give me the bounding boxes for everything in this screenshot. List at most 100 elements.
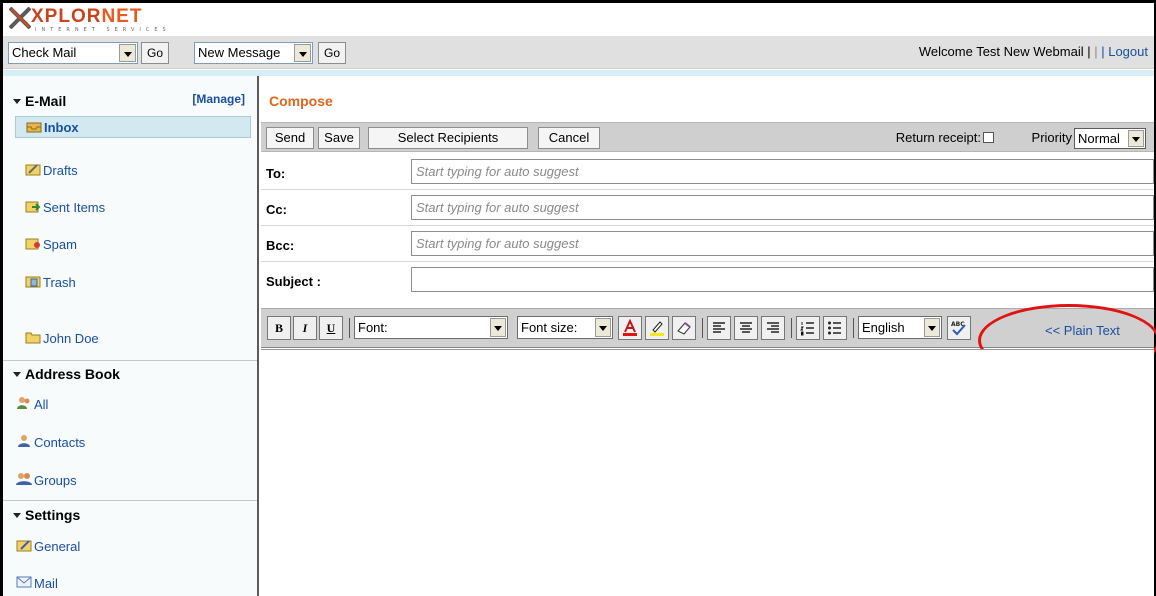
bcc-row: Bcc: Start typing for auto suggest bbox=[261, 226, 1154, 262]
go-button-check-mail[interactable]: Go bbox=[141, 42, 169, 64]
return-receipt-label: Return receipt: bbox=[895, 130, 981, 145]
chevron-down-icon bbox=[1128, 130, 1144, 147]
select-recipients-button[interactable]: Select Recipients bbox=[368, 127, 528, 149]
welcome-area: Welcome Test New Webmail | | | Logout bbox=[919, 44, 1148, 59]
folder-icon bbox=[25, 332, 41, 344]
cc-input[interactable]: Start typing for auto suggest bbox=[411, 195, 1154, 220]
sidebar-item-label: General bbox=[34, 539, 81, 554]
contact-icon bbox=[18, 435, 30, 447]
font-select[interactable]: Font: bbox=[354, 316, 508, 339]
save-button[interactable]: Save bbox=[318, 127, 360, 149]
return-receipt-checkbox[interactable] bbox=[983, 132, 994, 143]
align-center-icon bbox=[740, 322, 752, 333]
sent-icon bbox=[25, 201, 41, 213]
trash-icon bbox=[25, 276, 41, 288]
compose-toolbar: Send Save Select Recipients Cancel Retur… bbox=[261, 122, 1154, 152]
email-section-title: E-Mail bbox=[25, 93, 67, 109]
chevron-down-icon bbox=[13, 372, 21, 377]
subject-input[interactable] bbox=[411, 267, 1154, 292]
sidebar-item-label: Mail bbox=[34, 576, 58, 591]
align-left-icon bbox=[713, 322, 725, 333]
sidebar-item-inbox[interactable]: Inbox bbox=[15, 116, 251, 138]
italic-button[interactable]: I bbox=[293, 316, 317, 340]
bcc-label: Bcc: bbox=[266, 238, 295, 253]
settings-section-header[interactable]: Settings bbox=[3, 502, 257, 528]
send-button[interactable]: Send bbox=[266, 127, 314, 149]
logo-text-net: NET bbox=[101, 6, 143, 27]
xplornet-logo[interactable]: XPLORNET INTERNET SERVICES bbox=[9, 6, 199, 35]
numbered-list-button[interactable] bbox=[796, 316, 820, 340]
priority-label: Priority bbox=[1031, 130, 1072, 145]
priority-select[interactable]: Normal bbox=[1074, 128, 1146, 149]
check-mail-select[interactable]: Check Mail bbox=[8, 42, 138, 64]
manage-link[interactable]: [Manage] bbox=[192, 92, 245, 106]
general-icon bbox=[16, 540, 32, 552]
align-left-button[interactable] bbox=[707, 316, 731, 340]
sidebar-item-label: Drafts bbox=[43, 163, 78, 178]
go-button-new-message[interactable]: Go bbox=[318, 42, 346, 64]
font-color-icon bbox=[623, 318, 637, 336]
eraser-brush-icon bbox=[677, 322, 691, 335]
sidebar-item-label: Spam bbox=[43, 237, 77, 252]
clear-format-button[interactable] bbox=[672, 316, 696, 340]
font-color-button[interactable] bbox=[618, 316, 642, 340]
sidebar: E-Mail [Manage] Inbox Drafts Sent Items … bbox=[3, 76, 259, 596]
message-body-editor[interactable] bbox=[261, 349, 1154, 596]
inbox-icon bbox=[26, 122, 42, 133]
priority-value: Normal bbox=[1078, 131, 1120, 146]
numbered-list-icon bbox=[800, 322, 814, 336]
chevron-down-icon bbox=[13, 513, 21, 518]
sidebar-item-label: Contacts bbox=[34, 435, 86, 450]
chevron-down-icon bbox=[119, 44, 136, 62]
to-input[interactable]: Start typing for auto suggest bbox=[411, 159, 1154, 184]
logo-tagline: INTERNET SERVICES bbox=[35, 27, 171, 33]
settings-title: Settings bbox=[25, 507, 81, 523]
spam-icon bbox=[25, 238, 40, 250]
new-message-select[interactable]: New Message bbox=[194, 42, 313, 64]
drafts-icon bbox=[25, 164, 41, 176]
align-center-button[interactable] bbox=[734, 316, 758, 340]
email-section-header[interactable]: E-Mail [Manage] bbox=[3, 88, 257, 114]
sidebar-item-label: Trash bbox=[43, 275, 76, 290]
logo-x-icon bbox=[9, 7, 31, 29]
chevron-down-icon bbox=[13, 99, 21, 104]
chevron-down-icon bbox=[294, 44, 311, 62]
sidebar-item-label: Inbox bbox=[44, 120, 79, 135]
highlight-button[interactable] bbox=[645, 316, 669, 340]
compose-area: Compose Send Save Select Recipients Canc… bbox=[261, 76, 1156, 596]
logout-link[interactable]: | Logout bbox=[1101, 44, 1148, 59]
mail-icon bbox=[16, 576, 32, 588]
sidebar-divider bbox=[3, 500, 257, 501]
cancel-button[interactable]: Cancel bbox=[538, 127, 600, 149]
new-message-value: New Message bbox=[198, 45, 281, 60]
check-mail-value: Check Mail bbox=[12, 45, 77, 60]
language-select[interactable]: English bbox=[858, 316, 942, 339]
address-book-title: Address Book bbox=[25, 366, 120, 382]
to-label: To: bbox=[266, 166, 286, 181]
toolbar-separator bbox=[702, 318, 703, 338]
welcome-text: Welcome Test New Webmail | bbox=[918, 44, 1091, 59]
top-toolbar: Check Mail Go New Message Go Welcome Tes… bbox=[3, 36, 1154, 69]
subject-label: Subject : bbox=[266, 274, 321, 289]
bold-button[interactable]: B bbox=[267, 316, 291, 340]
font-size-select[interactable]: Font size: bbox=[517, 316, 613, 339]
logo-text-xplor: XPLOR bbox=[31, 6, 102, 27]
spell-check-icon: ABC bbox=[951, 321, 966, 336]
toolbar-separator bbox=[791, 318, 792, 338]
font-size-value: Font size: bbox=[521, 320, 578, 335]
align-right-button[interactable] bbox=[761, 316, 785, 340]
font-select-value: Font: bbox=[358, 320, 388, 335]
bcc-input[interactable]: Start typing for auto suggest bbox=[411, 231, 1154, 256]
subject-row: Subject : bbox=[261, 262, 1154, 298]
sidebar-item-label: Groups bbox=[34, 473, 77, 488]
sidebar-item-label: All bbox=[34, 397, 49, 412]
underline-button[interactable]: U bbox=[319, 316, 343, 340]
align-right-icon bbox=[767, 322, 779, 333]
bullet-list-button[interactable] bbox=[823, 316, 847, 340]
bullet-list-icon bbox=[828, 321, 841, 335]
language-value: English bbox=[862, 320, 905, 335]
address-book-section-header[interactable]: Address Book bbox=[3, 361, 257, 387]
highlighter-icon bbox=[650, 321, 664, 336]
separator-text: | bbox=[1094, 44, 1098, 59]
spell-check-button[interactable]: ABC bbox=[947, 316, 971, 340]
